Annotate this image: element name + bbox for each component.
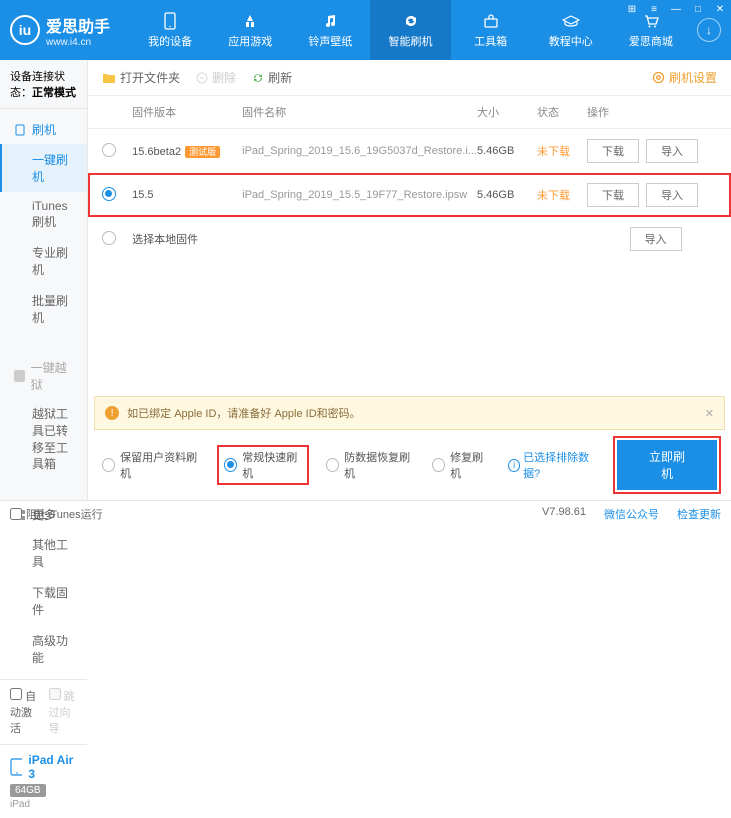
toolbox-icon: [482, 12, 500, 30]
header-ops: 操作: [587, 104, 717, 120]
download-indicator-icon[interactable]: ↓: [697, 18, 721, 42]
gear-icon: [652, 71, 665, 84]
tab-label: 教程中心: [549, 33, 593, 49]
skip-guide-checkbox[interactable]: 跳过向导: [49, 688, 78, 736]
import-button[interactable]: 导入: [630, 227, 682, 251]
tab-label: 应用游戏: [228, 33, 272, 49]
sidebar-item-batch-flash[interactable]: 批量刷机: [0, 285, 87, 333]
tab-apps[interactable]: 应用游戏: [210, 0, 290, 60]
connection-status: 设备连接状态：正常模式: [0, 60, 87, 109]
app-name: 爱思助手: [46, 13, 110, 37]
row-radio[interactable]: [102, 187, 116, 201]
tab-my-device[interactable]: 我的设备: [130, 0, 210, 60]
sidebar-item-itunes-flash[interactable]: iTunes刷机: [0, 192, 87, 237]
sidebar: 设备连接状态：正常模式 刷机 一键刷机 iTunes刷机 专业刷机 批量刷机 一…: [0, 60, 88, 500]
tab-toolbox[interactable]: 工具箱: [451, 0, 531, 60]
info-icon: i: [508, 459, 520, 472]
local-firmware-row[interactable]: 选择本地固件 x 导入: [88, 217, 731, 261]
header-name: 固件名称: [242, 104, 477, 120]
auto-activate-checkbox[interactable]: 自动激活: [10, 688, 39, 736]
mode-keep-data[interactable]: 保留用户资料刷机: [102, 449, 200, 481]
apple-id-notice: ! 如已绑定 Apple ID，请准备好 Apple ID和密码。 ✕: [94, 396, 725, 430]
toolbar: 打开文件夹 删除 刷新 刷机设置: [88, 60, 731, 96]
device-info[interactable]: iPad Air 3 64GB iPad: [0, 744, 87, 818]
delete-icon: [196, 72, 208, 84]
refresh-icon: [402, 12, 420, 30]
download-button[interactable]: 下载: [587, 183, 639, 207]
firmware-row[interactable]: 15.6beta2测试版 iPad_Spring_2019_15.6_19G50…: [88, 129, 731, 173]
header-size: 大小: [477, 104, 537, 120]
mode-repair[interactable]: 修复刷机: [432, 449, 490, 481]
mode-normal[interactable]: 常规快速刷机: [218, 446, 308, 484]
tab-flash[interactable]: 智能刷机: [370, 0, 450, 60]
tab-label: 铃声壁纸: [308, 33, 352, 49]
sidebar-item-pro-flash[interactable]: 专业刷机: [0, 237, 87, 285]
tab-label: 爱思商城: [629, 33, 673, 49]
titlebar: ⊞ ≡ — □ ✕ iu 爱思助手 www.i4.cn 我的设备 应用游戏 铃声…: [0, 0, 731, 60]
header-version: 固件版本: [132, 104, 242, 120]
activation-options: 自动激活 跳过向导: [0, 680, 87, 744]
beta-tag: 测试版: [185, 146, 220, 158]
lock-icon: [14, 370, 25, 382]
maximize-icon[interactable]: □: [687, 0, 709, 18]
phone-icon: [161, 12, 179, 30]
tab-label: 我的设备: [148, 33, 192, 49]
table-header: 固件版本 固件名称 大小 状态 操作: [88, 96, 731, 129]
refresh-button[interactable]: 刷新: [252, 69, 292, 86]
sidebar-item-other-tools[interactable]: 其他工具: [0, 529, 87, 577]
flash-settings-button[interactable]: 刷机设置: [652, 69, 717, 86]
app-logo: iu 爱思助手 www.i4.cn: [10, 13, 110, 48]
mode-recovery[interactable]: 防数据恢复刷机: [326, 449, 414, 481]
app-url: www.i4.cn: [46, 37, 110, 48]
nav-tabs: 我的设备 应用游戏 铃声壁纸 智能刷机 工具箱 教程中心 爱思商城: [130, 0, 691, 60]
block-itunes-checkbox[interactable]: 阻止iTunes运行: [10, 506, 103, 522]
open-folder-button[interactable]: 打开文件夹: [102, 69, 180, 86]
hat-icon: [562, 12, 580, 30]
firmware-row-selected[interactable]: 15.5 iPad_Spring_2019_15.5_19F77_Restore…: [88, 173, 731, 217]
exclude-data-link[interactable]: i已选择排除数据?: [508, 449, 599, 481]
minimize-icon[interactable]: —: [665, 0, 687, 18]
close-notice-button[interactable]: ✕: [705, 407, 714, 420]
logo-icon: iu: [10, 15, 40, 45]
sidebar-item-jailbreak-moved[interactable]: 越狱工具已转移至工具箱: [0, 399, 87, 480]
status-bar: 阻止iTunes运行 V7.98.61 微信公众号 检查更新: [0, 500, 731, 526]
header-status: 状态: [537, 104, 587, 120]
import-button[interactable]: 导入: [646, 139, 698, 163]
music-icon: [321, 12, 339, 30]
folder-icon: [102, 72, 116, 84]
group-flash[interactable]: 刷机: [0, 115, 87, 144]
window-controls: ⊞ ≡ — □ ✕: [621, 0, 731, 18]
tab-tutorials[interactable]: 教程中心: [531, 0, 611, 60]
menu-icon[interactable]: ⊞: [621, 0, 643, 18]
sidebar-item-oneclick-flash[interactable]: 一键刷机: [0, 144, 87, 192]
tab-label: 工具箱: [474, 33, 507, 49]
wechat-link[interactable]: 微信公众号: [604, 506, 659, 522]
app-icon: [241, 12, 259, 30]
content-area: 打开文件夹 删除 刷新 刷机设置 固件版本 固件名称 大小 状态 操作: [88, 60, 731, 500]
phone-small-icon: [14, 124, 26, 136]
device-icon: [10, 758, 22, 776]
warning-icon: !: [105, 406, 119, 420]
sidebar-item-download-fw[interactable]: 下载固件: [0, 577, 87, 625]
tab-label: 智能刷机: [389, 33, 433, 49]
group-jailbreak[interactable]: 一键越狱: [0, 353, 87, 399]
tab-ringtones[interactable]: 铃声壁纸: [290, 0, 370, 60]
flash-mode-row: 保留用户资料刷机 常规快速刷机 防数据恢复刷机 修复刷机 i已选择排除数据? 立…: [88, 430, 731, 500]
close-icon[interactable]: ✕: [709, 0, 731, 18]
refresh-small-icon: [252, 72, 264, 84]
download-button[interactable]: 下载: [587, 139, 639, 163]
flash-now-button[interactable]: 立即刷机: [617, 440, 717, 490]
version-label: V7.98.61: [542, 506, 586, 522]
delete-button: 删除: [196, 69, 236, 86]
row-radio[interactable]: [102, 231, 116, 245]
import-button[interactable]: 导入: [646, 183, 698, 207]
lines-icon[interactable]: ≡: [643, 0, 665, 18]
sidebar-item-advanced[interactable]: 高级功能: [0, 625, 87, 673]
check-update-link[interactable]: 检查更新: [677, 506, 721, 522]
row-radio[interactable]: [102, 143, 116, 157]
